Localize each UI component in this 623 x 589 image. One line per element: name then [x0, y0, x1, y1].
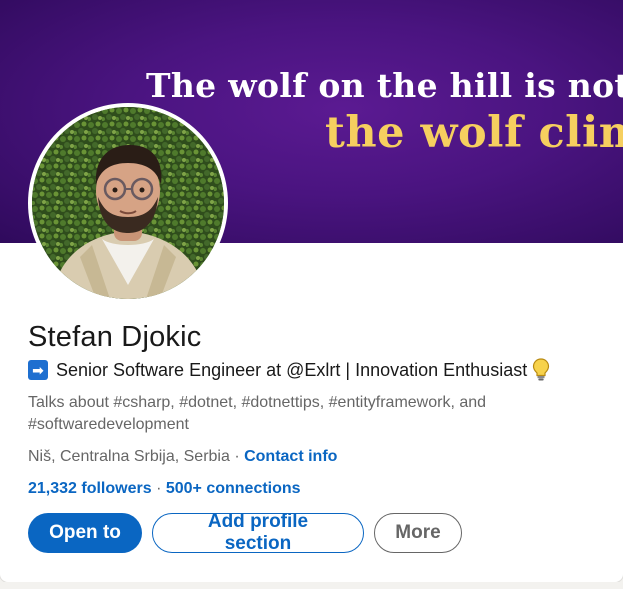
talks-about: Talks about #csharp, #dotnet, #dotnettip… — [28, 394, 487, 433]
banner-quote-line-2: the wolf climb — [325, 108, 623, 158]
arrow-right-icon: ➡ — [28, 360, 48, 380]
profile-photo-image — [32, 107, 224, 299]
headline-text: Senior Software Engineer at @Exlrt | Inn… — [56, 360, 528, 380]
location-separator: · — [229, 448, 245, 465]
more-button[interactable]: More — [374, 513, 462, 553]
lightbulb-icon — [533, 358, 550, 381]
location-text: Niš, Centralna Srbija, Serbia — [28, 448, 230, 465]
followers-link[interactable]: 21,332 followers — [28, 480, 152, 497]
profile-name: Stefan Djokic — [28, 321, 202, 353]
network-row: 21,332 followers · 500+ connections — [28, 478, 301, 500]
contact-info-link[interactable]: Contact info — [244, 448, 337, 465]
connections-link[interactable]: 500+ connections — [166, 480, 301, 497]
profile-photo[interactable] — [32, 107, 224, 299]
open-to-button[interactable]: Open to — [28, 513, 142, 553]
location-row: Niš, Centralna Srbija, Serbia · Contact … — [28, 446, 337, 468]
add-profile-section-button[interactable]: Add profile section — [152, 511, 364, 554]
avatar[interactable] — [28, 103, 228, 303]
profile-actions: Open to Add profile section More — [28, 511, 462, 554]
network-separator: · — [151, 480, 166, 497]
banner-quote-line-1: The wolf on the hill is not as — [146, 66, 623, 105]
profile-card: The wolf on the hill is not as the wolf … — [0, 0, 623, 582]
page-background-strip — [0, 582, 623, 589]
profile-headline: ➡ Senior Software Engineer at @Exlrt | I… — [28, 358, 550, 382]
